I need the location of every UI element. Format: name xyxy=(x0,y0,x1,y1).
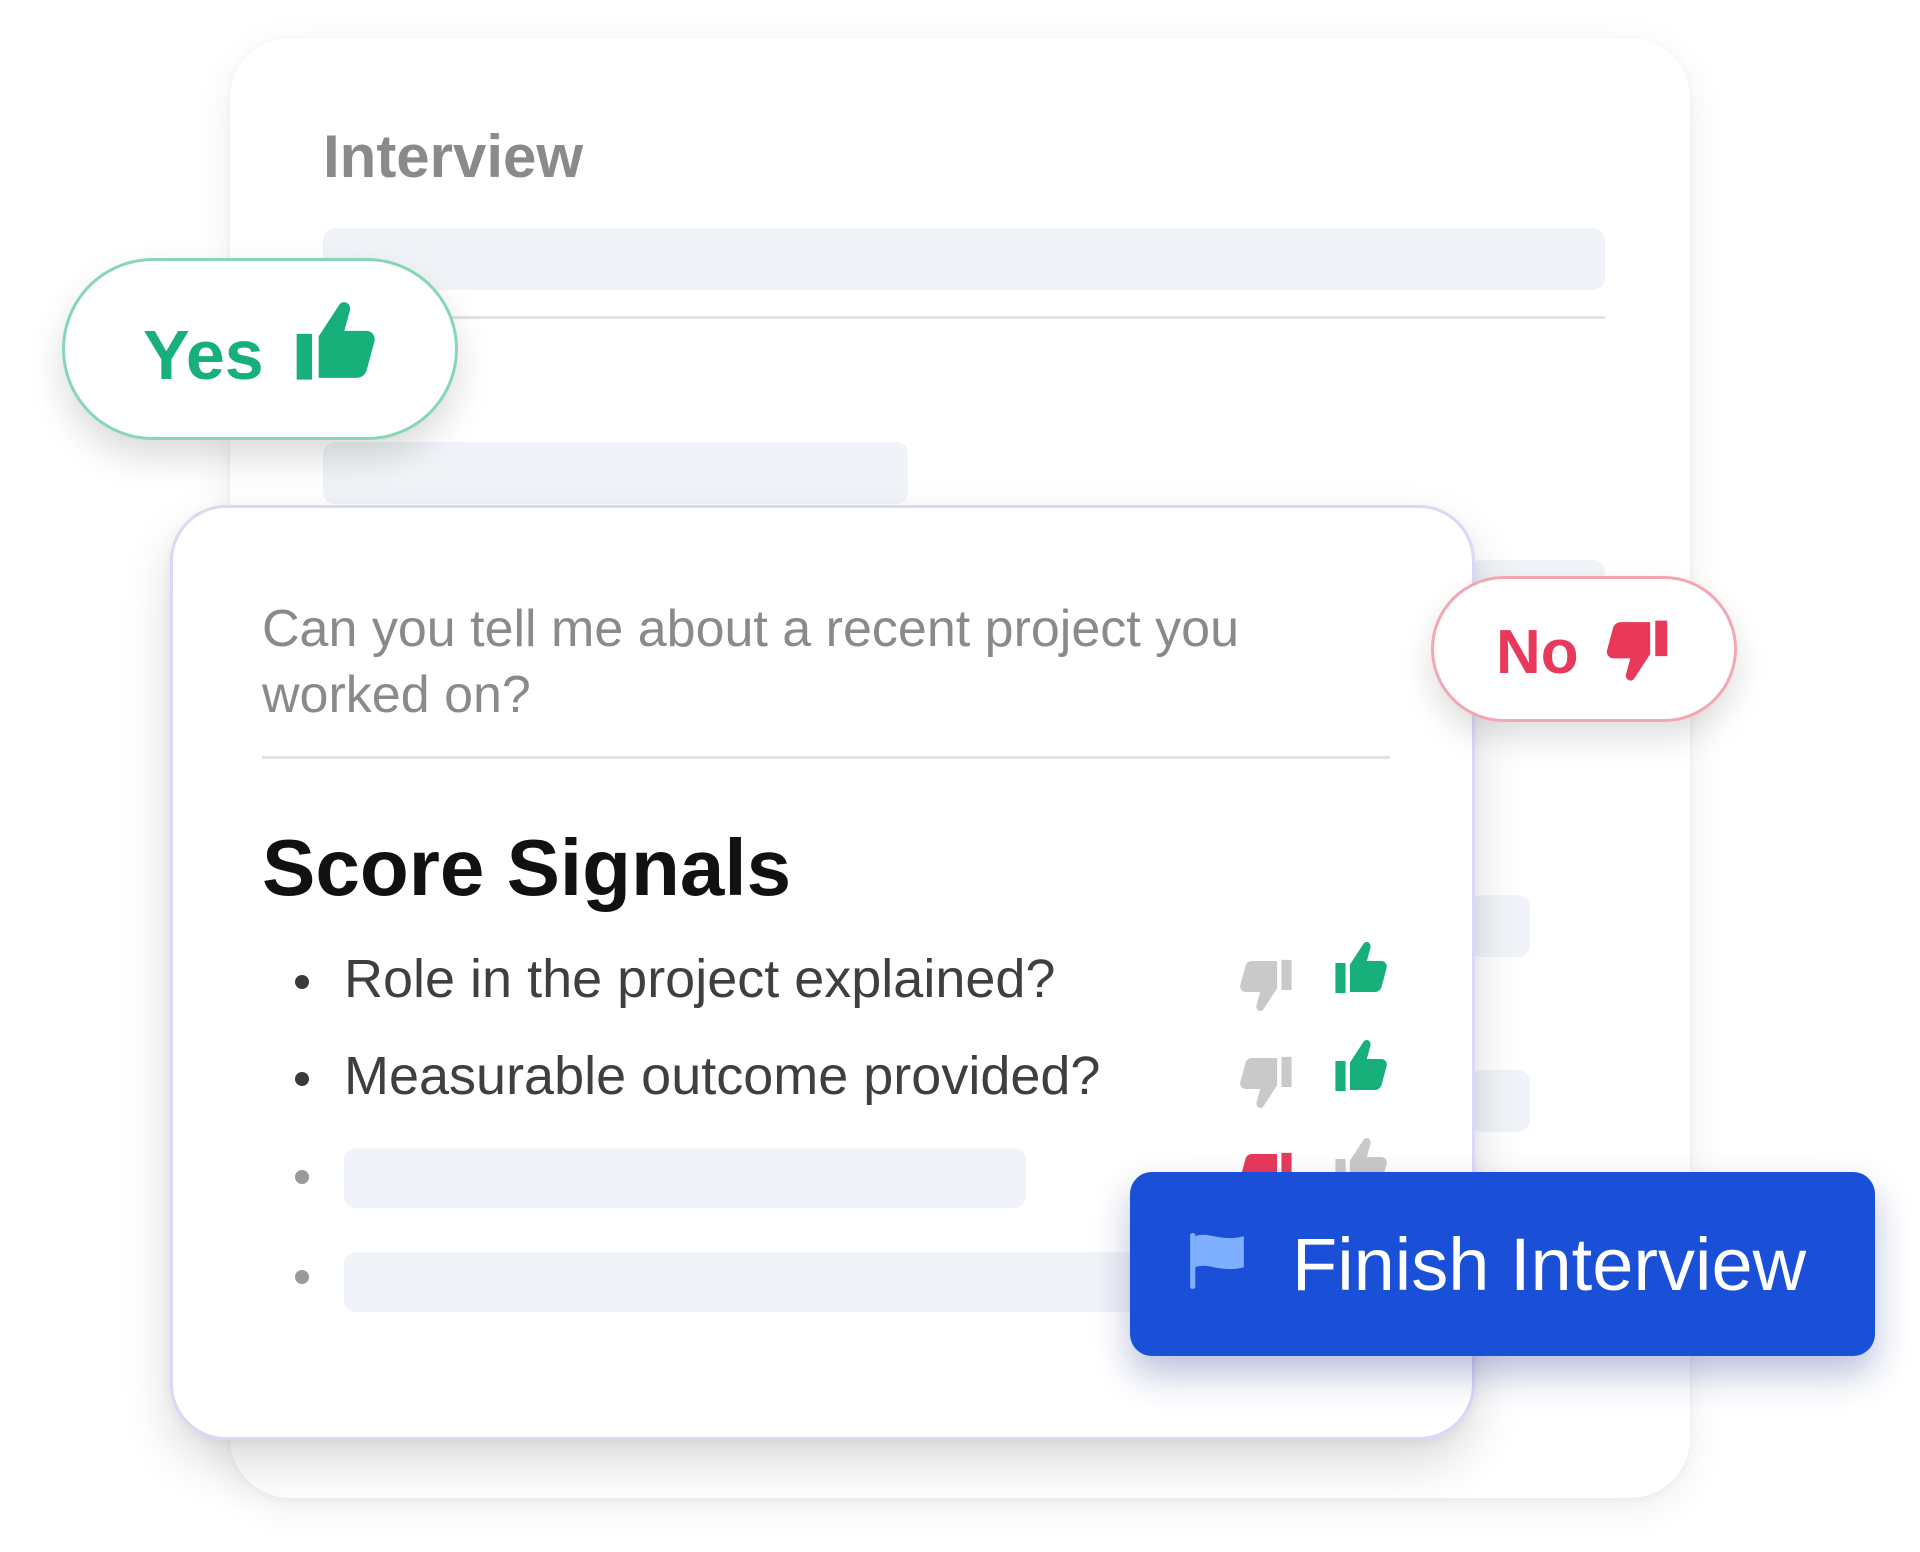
divider xyxy=(323,316,1605,319)
flag-icon xyxy=(1190,1233,1244,1289)
score-signals-title: Score Signals xyxy=(262,823,792,912)
bullet xyxy=(295,1270,309,1284)
bullet xyxy=(295,975,309,989)
thumbs-up-icon[interactable] xyxy=(1333,1038,1391,1096)
signal-label: Role in the project explained? xyxy=(344,949,1056,1009)
question-text: Can you tell me about a recent project y… xyxy=(262,600,1240,724)
placeholder-bar xyxy=(344,1252,1144,1312)
thumbs-down-icon[interactable] xyxy=(1236,1052,1294,1110)
no-badge[interactable]: No xyxy=(1431,576,1737,722)
placeholder-bar xyxy=(1470,1070,1530,1132)
placeholder-bar xyxy=(344,1148,1026,1208)
thumbs-down-icon xyxy=(1602,615,1670,683)
placeholder-bar xyxy=(323,228,1605,290)
placeholder-bar xyxy=(1470,895,1530,957)
thumbs-down-icon[interactable] xyxy=(1236,955,1294,1013)
finish-interview-button[interactable]: Finish Interview xyxy=(1130,1172,1875,1356)
finish-interview-label: Finish Interview xyxy=(1292,1223,1807,1306)
yes-label: Yes xyxy=(143,316,264,394)
yes-badge[interactable]: Yes xyxy=(62,258,458,440)
bullet xyxy=(295,1170,309,1184)
interview-title: Interview xyxy=(323,123,584,190)
placeholder-bar xyxy=(323,442,908,504)
no-label: No xyxy=(1496,618,1579,687)
signal-label: Measurable outcome provided? xyxy=(344,1046,1101,1106)
thumbs-up-icon xyxy=(293,299,381,387)
thumbs-up-icon[interactable] xyxy=(1333,940,1391,998)
question-divider xyxy=(262,756,1390,759)
bullet xyxy=(295,1072,309,1086)
